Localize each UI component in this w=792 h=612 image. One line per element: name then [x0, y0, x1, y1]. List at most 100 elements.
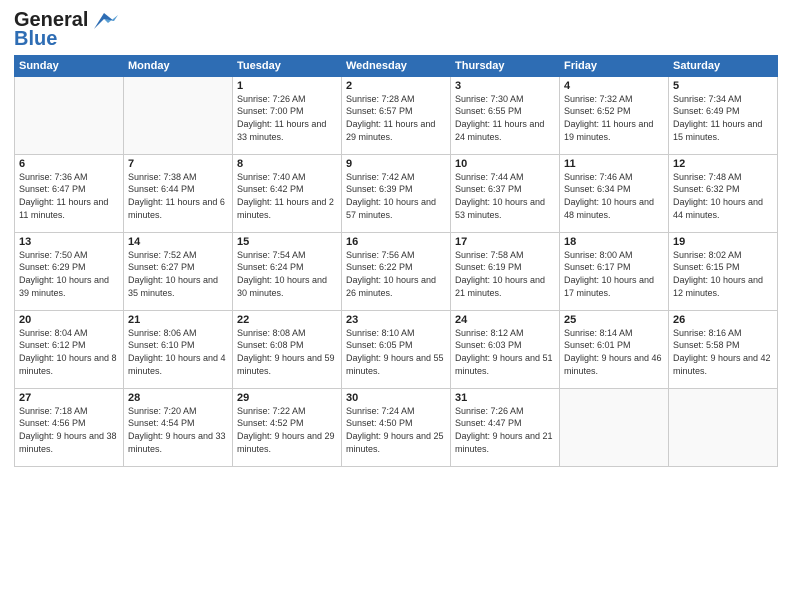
day-info: Sunrise: 7:52 AM Sunset: 6:27 PM Dayligh…: [128, 249, 228, 299]
day-number: 5: [673, 80, 773, 92]
day-number: 12: [673, 158, 773, 170]
day-number: 19: [673, 236, 773, 248]
calendar-day-cell: 18Sunrise: 8:00 AM Sunset: 6:17 PM Dayli…: [560, 232, 669, 310]
day-number: 11: [564, 158, 664, 170]
calendar-day-cell: 21Sunrise: 8:06 AM Sunset: 6:10 PM Dayli…: [124, 310, 233, 388]
day-info: Sunrise: 7:18 AM Sunset: 4:56 PM Dayligh…: [19, 405, 119, 455]
day-number: 2: [346, 80, 446, 92]
day-info: Sunrise: 7:48 AM Sunset: 6:32 PM Dayligh…: [673, 171, 773, 221]
day-number: 24: [455, 314, 555, 326]
calendar-day-cell: 20Sunrise: 8:04 AM Sunset: 6:12 PM Dayli…: [15, 310, 124, 388]
calendar-week-row: 1Sunrise: 7:26 AM Sunset: 7:00 PM Daylig…: [15, 76, 778, 154]
day-number: 31: [455, 392, 555, 404]
calendar-day-cell: 29Sunrise: 7:22 AM Sunset: 4:52 PM Dayli…: [233, 388, 342, 466]
day-info: Sunrise: 7:44 AM Sunset: 6:37 PM Dayligh…: [455, 171, 555, 221]
day-info: Sunrise: 7:26 AM Sunset: 7:00 PM Dayligh…: [237, 93, 337, 143]
day-info: Sunrise: 8:06 AM Sunset: 6:10 PM Dayligh…: [128, 327, 228, 377]
weekday-header-friday: Friday: [560, 55, 669, 76]
day-info: Sunrise: 7:58 AM Sunset: 6:19 PM Dayligh…: [455, 249, 555, 299]
calendar-day-cell: 13Sunrise: 7:50 AM Sunset: 6:29 PM Dayli…: [15, 232, 124, 310]
calendar-day-cell: 12Sunrise: 7:48 AM Sunset: 6:32 PM Dayli…: [669, 154, 778, 232]
calendar-day-cell: 14Sunrise: 7:52 AM Sunset: 6:27 PM Dayli…: [124, 232, 233, 310]
header: General Blue: [14, 10, 778, 49]
calendar-day-cell: 1Sunrise: 7:26 AM Sunset: 7:00 PM Daylig…: [233, 76, 342, 154]
day-number: 8: [237, 158, 337, 170]
calendar-day-cell: [124, 76, 233, 154]
day-number: 6: [19, 158, 119, 170]
calendar: SundayMondayTuesdayWednesdayThursdayFrid…: [14, 55, 778, 467]
day-info: Sunrise: 7:54 AM Sunset: 6:24 PM Dayligh…: [237, 249, 337, 299]
calendar-day-cell: 31Sunrise: 7:26 AM Sunset: 4:47 PM Dayli…: [451, 388, 560, 466]
calendar-day-cell: 23Sunrise: 8:10 AM Sunset: 6:05 PM Dayli…: [342, 310, 451, 388]
weekday-header-wednesday: Wednesday: [342, 55, 451, 76]
logo-blue-text: Blue: [14, 29, 57, 49]
day-number: 14: [128, 236, 228, 248]
day-number: 28: [128, 392, 228, 404]
day-info: Sunrise: 8:02 AM Sunset: 6:15 PM Dayligh…: [673, 249, 773, 299]
calendar-day-cell: 7Sunrise: 7:38 AM Sunset: 6:44 PM Daylig…: [124, 154, 233, 232]
day-number: 7: [128, 158, 228, 170]
calendar-day-cell: 4Sunrise: 7:32 AM Sunset: 6:52 PM Daylig…: [560, 76, 669, 154]
day-info: Sunrise: 8:16 AM Sunset: 5:58 PM Dayligh…: [673, 327, 773, 377]
calendar-day-cell: 19Sunrise: 8:02 AM Sunset: 6:15 PM Dayli…: [669, 232, 778, 310]
day-info: Sunrise: 8:10 AM Sunset: 6:05 PM Dayligh…: [346, 327, 446, 377]
day-number: 9: [346, 158, 446, 170]
calendar-day-cell: 25Sunrise: 8:14 AM Sunset: 6:01 PM Dayli…: [560, 310, 669, 388]
day-info: Sunrise: 7:46 AM Sunset: 6:34 PM Dayligh…: [564, 171, 664, 221]
calendar-day-cell: 22Sunrise: 8:08 AM Sunset: 6:08 PM Dayli…: [233, 310, 342, 388]
calendar-week-row: 27Sunrise: 7:18 AM Sunset: 4:56 PM Dayli…: [15, 388, 778, 466]
day-number: 13: [19, 236, 119, 248]
day-number: 21: [128, 314, 228, 326]
day-number: 27: [19, 392, 119, 404]
calendar-day-cell: 15Sunrise: 7:54 AM Sunset: 6:24 PM Dayli…: [233, 232, 342, 310]
day-info: Sunrise: 7:56 AM Sunset: 6:22 PM Dayligh…: [346, 249, 446, 299]
calendar-day-cell: 10Sunrise: 7:44 AM Sunset: 6:37 PM Dayli…: [451, 154, 560, 232]
weekday-header-sunday: Sunday: [15, 55, 124, 76]
day-number: 26: [673, 314, 773, 326]
day-info: Sunrise: 7:50 AM Sunset: 6:29 PM Dayligh…: [19, 249, 119, 299]
day-info: Sunrise: 8:12 AM Sunset: 6:03 PM Dayligh…: [455, 327, 555, 377]
day-number: 20: [19, 314, 119, 326]
calendar-week-row: 6Sunrise: 7:36 AM Sunset: 6:47 PM Daylig…: [15, 154, 778, 232]
day-info: Sunrise: 7:20 AM Sunset: 4:54 PM Dayligh…: [128, 405, 228, 455]
day-number: 30: [346, 392, 446, 404]
day-number: 29: [237, 392, 337, 404]
calendar-day-cell: [669, 388, 778, 466]
day-number: 3: [455, 80, 555, 92]
calendar-day-cell: 2Sunrise: 7:28 AM Sunset: 6:57 PM Daylig…: [342, 76, 451, 154]
day-info: Sunrise: 7:32 AM Sunset: 6:52 PM Dayligh…: [564, 93, 664, 143]
day-number: 23: [346, 314, 446, 326]
day-info: Sunrise: 7:34 AM Sunset: 6:49 PM Dayligh…: [673, 93, 773, 143]
day-info: Sunrise: 7:26 AM Sunset: 4:47 PM Dayligh…: [455, 405, 555, 455]
day-info: Sunrise: 7:30 AM Sunset: 6:55 PM Dayligh…: [455, 93, 555, 143]
calendar-day-cell: 16Sunrise: 7:56 AM Sunset: 6:22 PM Dayli…: [342, 232, 451, 310]
day-number: 25: [564, 314, 664, 326]
calendar-day-cell: 26Sunrise: 8:16 AM Sunset: 5:58 PM Dayli…: [669, 310, 778, 388]
day-info: Sunrise: 7:42 AM Sunset: 6:39 PM Dayligh…: [346, 171, 446, 221]
weekday-header-row: SundayMondayTuesdayWednesdayThursdayFrid…: [15, 55, 778, 76]
calendar-day-cell: 30Sunrise: 7:24 AM Sunset: 4:50 PM Dayli…: [342, 388, 451, 466]
day-number: 16: [346, 236, 446, 248]
day-number: 17: [455, 236, 555, 248]
day-number: 15: [237, 236, 337, 248]
calendar-week-row: 13Sunrise: 7:50 AM Sunset: 6:29 PM Dayli…: [15, 232, 778, 310]
calendar-day-cell: 27Sunrise: 7:18 AM Sunset: 4:56 PM Dayli…: [15, 388, 124, 466]
day-info: Sunrise: 7:36 AM Sunset: 6:47 PM Dayligh…: [19, 171, 119, 221]
weekday-header-saturday: Saturday: [669, 55, 778, 76]
day-info: Sunrise: 7:22 AM Sunset: 4:52 PM Dayligh…: [237, 405, 337, 455]
day-info: Sunrise: 7:24 AM Sunset: 4:50 PM Dayligh…: [346, 405, 446, 455]
day-number: 18: [564, 236, 664, 248]
calendar-day-cell: 8Sunrise: 7:40 AM Sunset: 6:42 PM Daylig…: [233, 154, 342, 232]
day-number: 10: [455, 158, 555, 170]
calendar-day-cell: 3Sunrise: 7:30 AM Sunset: 6:55 PM Daylig…: [451, 76, 560, 154]
calendar-week-row: 20Sunrise: 8:04 AM Sunset: 6:12 PM Dayli…: [15, 310, 778, 388]
logo-bird-icon: [90, 11, 118, 31]
day-info: Sunrise: 8:14 AM Sunset: 6:01 PM Dayligh…: [564, 327, 664, 377]
page: General Blue SundayMondayTuesdayWednesda…: [0, 0, 792, 612]
weekday-header-thursday: Thursday: [451, 55, 560, 76]
day-info: Sunrise: 8:08 AM Sunset: 6:08 PM Dayligh…: [237, 327, 337, 377]
calendar-day-cell: 24Sunrise: 8:12 AM Sunset: 6:03 PM Dayli…: [451, 310, 560, 388]
day-info: Sunrise: 7:40 AM Sunset: 6:42 PM Dayligh…: [237, 171, 337, 221]
weekday-header-monday: Monday: [124, 55, 233, 76]
day-number: 1: [237, 80, 337, 92]
